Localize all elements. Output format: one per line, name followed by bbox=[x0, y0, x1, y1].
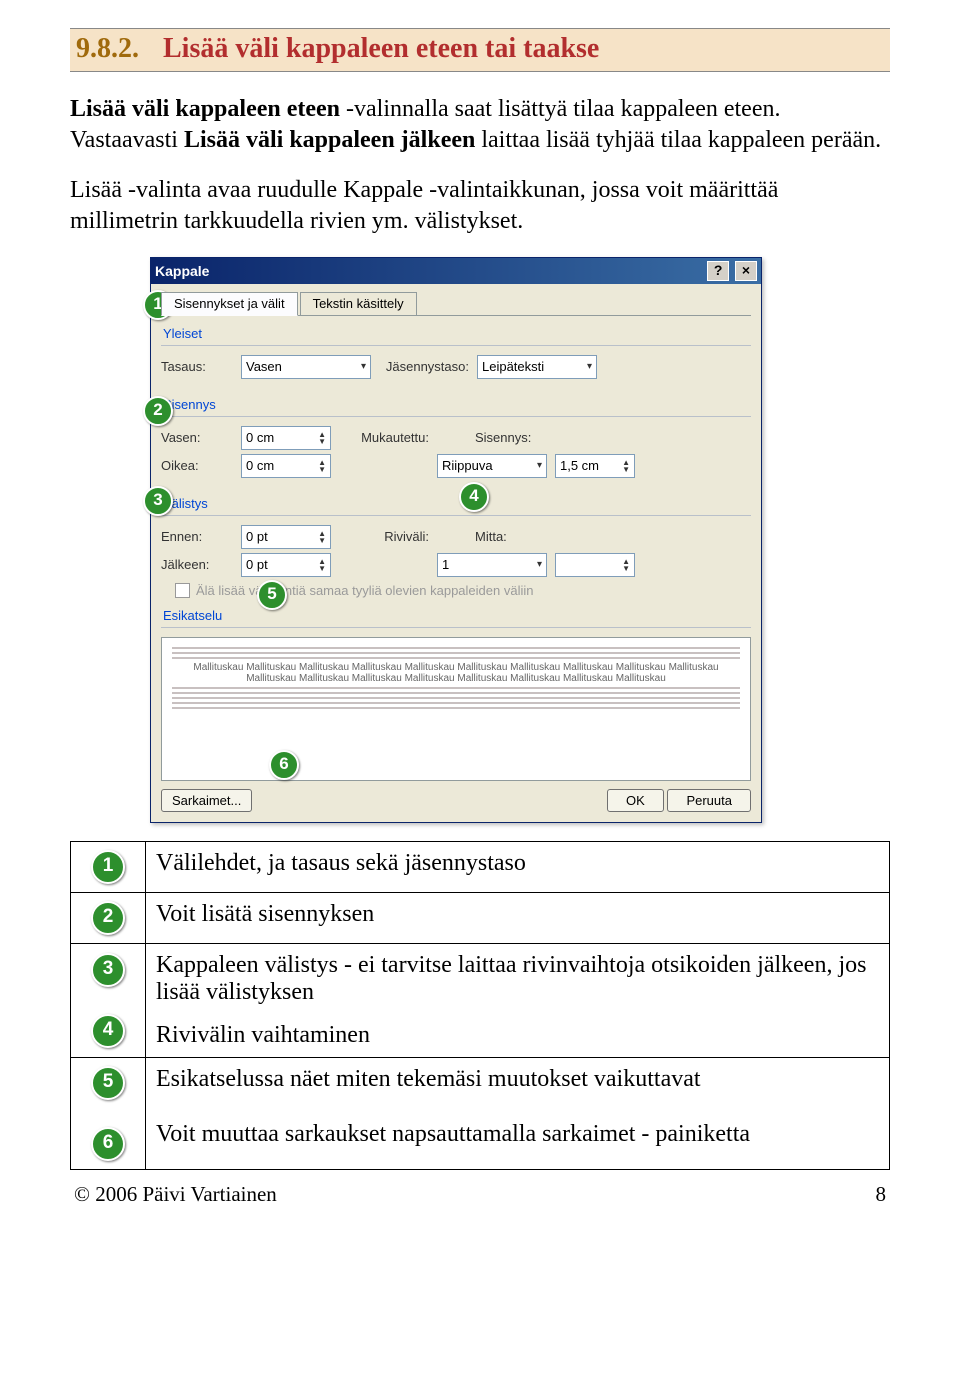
group-spacing: Välistys bbox=[163, 496, 751, 511]
group-preview: Esikatselu bbox=[163, 608, 751, 623]
spin-indent-left[interactable]: 0 cm ▲▼ bbox=[241, 426, 331, 450]
tab-indents-spacing[interactable]: Sisennykset ja välit bbox=[161, 292, 298, 316]
label-indent-left: Vasen: bbox=[161, 430, 233, 445]
checkbox-icon bbox=[175, 583, 190, 598]
spin-indent-right[interactable]: 0 cm ▲▼ bbox=[241, 454, 331, 478]
legend-num-6: 6 bbox=[91, 1127, 125, 1161]
footer-copyright: © 2006 Päivi Vartiainen bbox=[74, 1182, 277, 1207]
chevron-down-icon: ▾ bbox=[537, 559, 542, 570]
combo-outline-level[interactable]: Leipäteksti ▾ bbox=[477, 355, 597, 379]
help-icon[interactable]: ? bbox=[707, 261, 729, 281]
label-space-before: Ennen: bbox=[161, 529, 233, 544]
label-indent-by: Sisennys: bbox=[475, 430, 531, 445]
legend-text-3: Kappaleen välistys - ei tarvitse laittaa… bbox=[146, 943, 890, 1014]
tab-line-page-breaks[interactable]: Tekstin käsittely bbox=[300, 292, 417, 315]
legend-num-3: 3 bbox=[91, 953, 125, 987]
tabs-button[interactable]: Sarkaimet... bbox=[161, 789, 252, 812]
callout-4: 4 bbox=[459, 482, 489, 512]
combo-special-indent[interactable]: Riippuva ▾ bbox=[437, 454, 547, 478]
paragraph-1: Lisää väli kappaleen eteen -valinnalla s… bbox=[70, 94, 890, 155]
chevron-down-icon: ▾ bbox=[537, 460, 542, 471]
label-space-after: Jälkeen: bbox=[161, 557, 233, 572]
preview-pane: Mallituskau Mallituskau Mallituskau Mall… bbox=[161, 637, 751, 781]
heading-number: 9.8.2. bbox=[76, 33, 139, 64]
legend-num-1: 1 bbox=[91, 850, 125, 884]
spin-space-before[interactable]: 0 pt ▲▼ bbox=[241, 525, 331, 549]
legend-num-5: 5 bbox=[91, 1066, 125, 1100]
heading-title: Lisää väli kappaleen eteen tai taakse bbox=[163, 33, 599, 64]
callout-5: 5 bbox=[257, 580, 287, 610]
footer-page-number: 8 bbox=[876, 1182, 887, 1207]
callout-6: 6 bbox=[269, 750, 299, 780]
callout-3: 3 bbox=[143, 486, 173, 516]
label-line-at: Mitta: bbox=[475, 529, 507, 544]
titlebar: Kappale ? × bbox=[151, 258, 761, 284]
dialog-title: Kappale bbox=[155, 263, 209, 279]
page-footer: © 2006 Päivi Vartiainen 8 bbox=[70, 1182, 890, 1207]
spin-line-at[interactable]: ▲▼ bbox=[555, 553, 635, 577]
label-line-spacing: Riviväli: bbox=[339, 529, 429, 544]
ok-button[interactable]: OK bbox=[607, 789, 664, 812]
label-alignment: Tasaus: bbox=[161, 359, 233, 374]
combo-alignment[interactable]: Vasen ▾ bbox=[241, 355, 371, 379]
chevron-down-icon: ▾ bbox=[361, 361, 366, 372]
legend-table: 1 Välilehdet, ja tasaus sekä jäsennystas… bbox=[70, 841, 890, 1170]
close-icon[interactable]: × bbox=[735, 261, 757, 281]
legend-num-2: 2 bbox=[91, 901, 125, 935]
callout-2: 2 bbox=[143, 396, 173, 426]
group-indent: Sisennys bbox=[163, 397, 751, 412]
label-outline-level: Jäsennystaso: bbox=[379, 359, 469, 374]
group-general: Yleiset bbox=[163, 326, 751, 341]
spin-space-after[interactable]: 0 pt ▲▼ bbox=[241, 553, 331, 577]
legend-text-6: Voit muuttaa sarkaukset napsauttamalla s… bbox=[146, 1113, 890, 1169]
window-buttons: ? × bbox=[705, 261, 757, 281]
chevron-down-icon: ▾ bbox=[587, 361, 592, 372]
label-indent-custom: Mukautettu: bbox=[339, 430, 429, 445]
legend-text-2: Voit lisätä sisennyksen bbox=[146, 892, 890, 943]
paragraph-2: Lisää -valinta avaa ruudulle Kappale -va… bbox=[70, 175, 890, 236]
spin-indent-by[interactable]: 1,5 cm ▲▼ bbox=[555, 454, 635, 478]
tabs: Sisennykset ja välit Tekstin käsittely bbox=[161, 292, 751, 316]
dialog-kappale: Kappale ? × 1 2 3 4 5 6 Sisennykset ja v… bbox=[150, 257, 762, 823]
legend-text-5: Esikatselussa näet miten tekemäsi muutok… bbox=[146, 1057, 890, 1113]
legend-text-1: Välilehdet, ja tasaus sekä jäsennystaso bbox=[146, 841, 890, 892]
combo-line-spacing[interactable]: 1 ▾ bbox=[437, 553, 547, 577]
cancel-button[interactable]: Peruuta bbox=[667, 789, 751, 812]
legend-text-4: Rivivälin vaihtaminen bbox=[146, 1014, 890, 1058]
legend-num-4: 4 bbox=[91, 1014, 125, 1048]
label-indent-right: Oikea: bbox=[161, 458, 233, 473]
section-heading: 9.8.2. Lisää väli kappaleen eteen tai ta… bbox=[70, 28, 890, 72]
